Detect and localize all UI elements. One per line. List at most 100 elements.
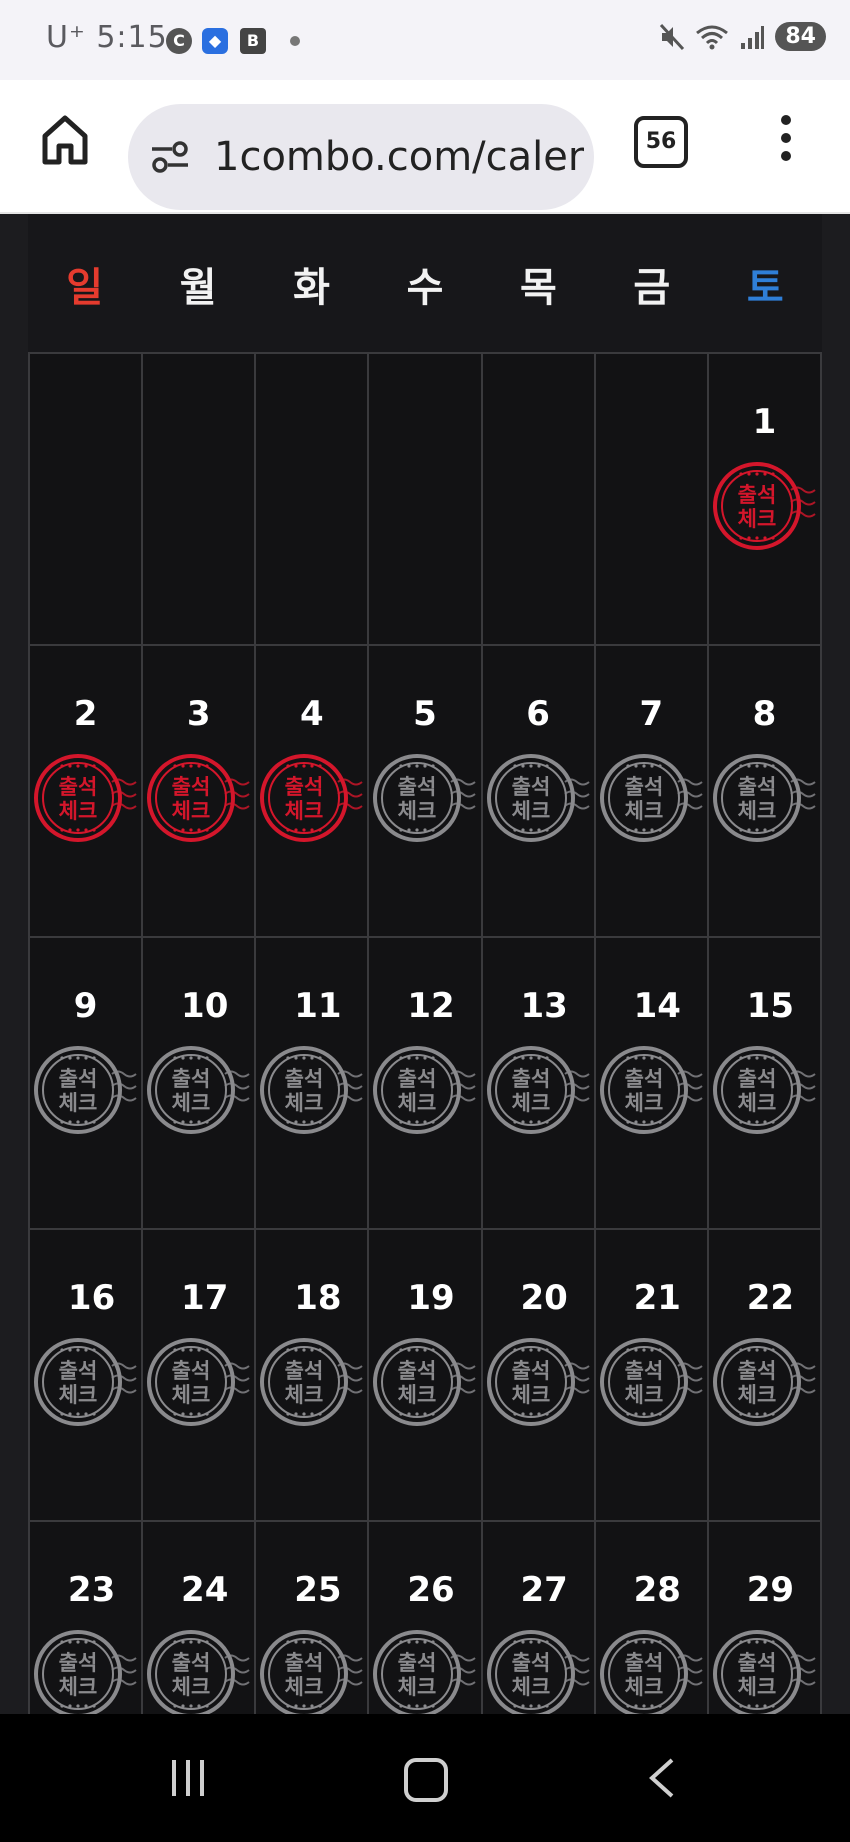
mute-icon	[660, 23, 685, 50]
stamp-text-bottom: 체크	[285, 1675, 324, 1699]
weekday-label: 금	[633, 265, 671, 311]
calendar-day-cell[interactable]: 9 출석 체크	[30, 938, 144, 1230]
attendance-stamp-icon: 출석체크	[260, 1046, 363, 1134]
attendance-stamp-icon: 출석체크	[486, 1046, 590, 1134]
stamp-text-top: 출석	[398, 1651, 437, 1675]
status-bar: U⁺ 5:15 C ◆ B 84	[0, 0, 850, 80]
day-number: 26	[407, 1570, 455, 1610]
weekday-label: 월	[179, 265, 217, 311]
day-number: 19	[407, 1278, 455, 1318]
day-number: 8	[752, 694, 777, 734]
stamp-text-bottom: 체크	[285, 1383, 324, 1407]
attendance-stamp-icon: 출석체크	[260, 754, 363, 842]
stamp-text-top: 출석	[59, 775, 98, 799]
stamp-text-top: 출석	[398, 775, 437, 799]
back-icon[interactable]	[646, 1756, 676, 1800]
address-bar[interactable]: 1combo.com/calendar	[128, 104, 594, 210]
calendar-day-cell[interactable]: 16 출석 체크	[30, 1230, 144, 1522]
stamp-text-bottom: 체크	[738, 1383, 777, 1407]
c-app-icon: C	[166, 28, 192, 54]
calendar-day-cell[interactable]: 21 출석 체크	[595, 1230, 709, 1522]
tab-switcher-button[interactable]: 56	[634, 116, 688, 168]
attendance-stamp-icon: 출석체크	[34, 1338, 137, 1426]
stamp-text-bottom: 체크	[398, 799, 437, 823]
calendar-day-cell[interactable]: 1 출석 체크	[708, 354, 822, 646]
calendar-day-cell[interactable]: 4 출석 체크	[256, 646, 370, 938]
day-number: 18	[294, 1278, 342, 1318]
attendance-stamp-icon: 출석체크	[34, 754, 137, 842]
stamp-text-top: 출석	[59, 1067, 98, 1091]
url-text[interactable]: 1combo.com/calendar	[214, 132, 584, 182]
attendance-stamp-icon: 출석체크	[260, 1630, 363, 1718]
page-content: 일월화수목금토 1 출석 체크 2 출석 체크 3 출석 체크 4 출석 체크 5 출석 체크 6 출석 체크 7 출…	[0, 214, 850, 1814]
wifi-icon	[696, 25, 729, 49]
calendar-day-cell[interactable]: 14 출석 체크	[595, 938, 709, 1230]
stamp-text-bottom: 체크	[172, 1091, 211, 1115]
stamp-text-bottom: 체크	[285, 799, 324, 823]
blue-app-icon: ◆	[202, 28, 228, 54]
attendance-stamp-icon: 출석체크	[712, 462, 816, 550]
day-number: 4	[300, 694, 324, 734]
calendar-day-cell[interactable]: 6 출석 체크	[482, 646, 596, 938]
calendar-empty-cell	[143, 354, 257, 646]
day-number: 28	[633, 1570, 681, 1610]
calendar-day-cell[interactable]: 12 출석 체크	[369, 938, 483, 1230]
calendar-day-cell[interactable]: 11 출석 체크	[256, 938, 370, 1230]
stamp-text-bottom: 체크	[624, 1675, 663, 1699]
day-number: 9	[73, 986, 98, 1026]
clock: 5:15	[96, 20, 168, 55]
calendar-day-cell[interactable]: 19 출석 체크	[369, 1230, 483, 1522]
calendar-empty-cell	[482, 354, 596, 646]
stamp-text-bottom: 체크	[511, 1675, 550, 1699]
calendar-day-cell[interactable]: 10 출석 체크	[143, 938, 257, 1230]
day-number: 22	[746, 1278, 795, 1318]
stamp-text-top: 출석	[624, 775, 663, 799]
day-number: 23	[67, 1570, 116, 1610]
carrier-label: U⁺	[46, 20, 86, 55]
calendar-day-cell[interactable]: 20 출석 체크	[482, 1230, 596, 1522]
stamp-text-bottom: 체크	[511, 799, 550, 823]
calendar-day-cell[interactable]: 18 출석 체크	[256, 1230, 370, 1522]
attendance-stamp-icon: 출석체크	[486, 754, 590, 842]
stamp-text-top: 출석	[285, 1651, 324, 1675]
day-number: 20	[520, 1278, 568, 1318]
more-menu-icon[interactable]	[776, 110, 796, 164]
stamp-text-top: 출석	[738, 1651, 777, 1675]
day-number: 29	[746, 1570, 795, 1610]
calendar-day-cell[interactable]: 3 출석 체크	[143, 646, 257, 938]
home-icon[interactable]	[40, 112, 90, 168]
attendance-stamp-icon: 출석체크	[599, 1630, 703, 1718]
calendar-day-cell[interactable]: 5 출석 체크	[369, 646, 483, 938]
site-settings-icon[interactable]	[150, 137, 190, 177]
attendance-stamp-icon: 출석체크	[599, 1046, 703, 1134]
calendar-day-cell[interactable]: 17 출석 체크	[143, 1230, 257, 1522]
stamp-text-bottom: 체크	[738, 799, 777, 823]
weekday-label: 화	[293, 265, 330, 311]
attendance-stamp-icon: 출석체크	[599, 754, 703, 842]
stamp-text-bottom: 체크	[511, 1091, 550, 1115]
day-number: 11	[294, 986, 342, 1026]
stamp-text-bottom: 체크	[398, 1383, 437, 1407]
stamp-text-bottom: 체크	[59, 1383, 98, 1407]
stamp-text-bottom: 체크	[172, 1383, 211, 1407]
calendar-empty-cell	[30, 354, 144, 646]
home-button-icon[interactable]	[404, 1758, 448, 1802]
calendar-day-cell[interactable]: 15 출석 체크	[708, 938, 822, 1230]
calendar-day-cell[interactable]: 7 출석 체크	[595, 646, 709, 938]
battery-level: 84	[775, 22, 826, 51]
weekday-label: 토	[746, 265, 784, 311]
attendance-stamp-icon: 출석체크	[147, 754, 250, 842]
calendar-day-cell[interactable]: 13 출석 체크	[482, 938, 596, 1230]
attendance-stamp-icon: 출석체크	[712, 1046, 816, 1134]
attendance-stamp-icon: 출석체크	[712, 1338, 816, 1426]
attendance-stamp-icon: 출석체크	[260, 1338, 363, 1426]
calendar-day-cell[interactable]: 2 출석 체크	[30, 646, 144, 938]
stamp-text-bottom: 체크	[59, 1091, 98, 1115]
day-number: 13	[520, 986, 568, 1026]
stamp-text-top: 출석	[738, 1359, 777, 1383]
stamp-text-top: 출석	[511, 1359, 550, 1383]
calendar-day-cell[interactable]: 22 출석 체크	[708, 1230, 822, 1522]
calendar-day-cell[interactable]: 8 출석 체크	[708, 646, 822, 938]
stamp-text-top: 출석	[624, 1359, 663, 1383]
recent-apps-icon[interactable]	[168, 1756, 208, 1800]
